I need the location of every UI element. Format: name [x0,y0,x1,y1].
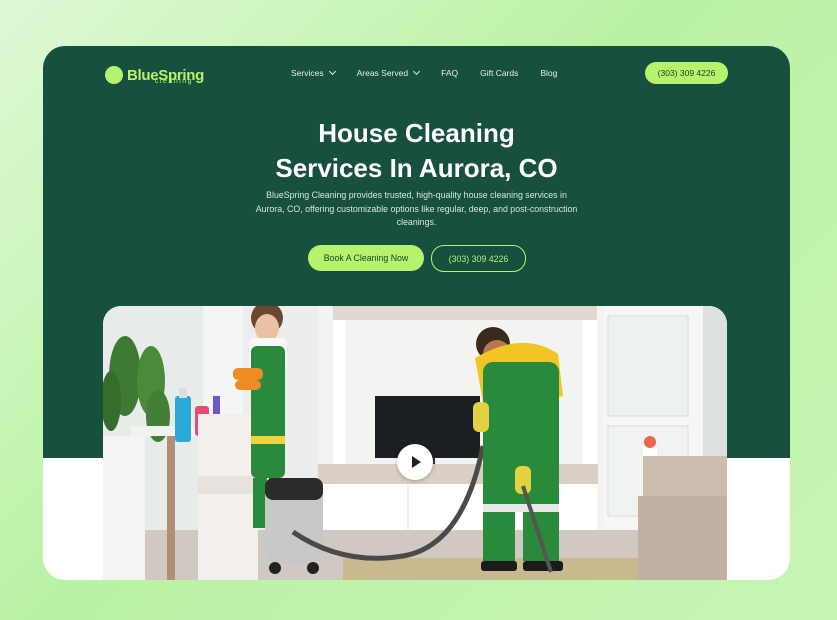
nav-item-label: Gift Cards [480,68,519,78]
cleaning-scene-illustration [103,306,727,580]
hero-phone-button[interactable]: (303) 309 4226 [431,245,526,272]
nav-item-label: Blog [540,68,558,78]
nav-item-blog[interactable]: Blog [540,66,557,80]
logo[interactable]: BlueSpring cleaning [105,62,204,88]
play-button[interactable] [397,444,433,480]
nav-item-label: Areas Served [356,68,409,78]
logo-mark [105,66,123,84]
nav-item-faq[interactable]: FAQ [441,66,458,80]
nav-item-areas-served[interactable]: Areas Served [356,66,421,80]
nav-item-label: Services [291,68,324,78]
chevron-down-icon [413,67,421,76]
hero-subtitle: BlueSpring Cleaning provides trusted, hi… [255,190,578,227]
site-card: BlueSpring cleaning Services Areas Serve… [43,46,790,580]
book-cleaning-button[interactable]: Book A Cleaning Now [308,245,424,271]
header-phone-button[interactable]: (303) 309 4226 [645,62,728,84]
logo-subtext: cleaning [155,78,194,85]
hero-title-line1: House Cleaning [318,118,515,148]
hero-video-thumbnail[interactable] [103,306,727,580]
hero-title: House Cleaning Services In Aurora, CO [43,116,790,186]
hero-title-line2: Services In Aurora, CO [275,153,558,183]
main-nav: Services Areas Served FAQ Gift Cards Blo… [291,66,579,80]
nav-item-services[interactable]: Services [291,66,336,80]
nav-item-gift-cards[interactable]: Gift Cards [480,66,518,80]
nav-item-label: FAQ [441,68,459,78]
play-icon [412,456,421,468]
chevron-down-icon [328,67,336,76]
